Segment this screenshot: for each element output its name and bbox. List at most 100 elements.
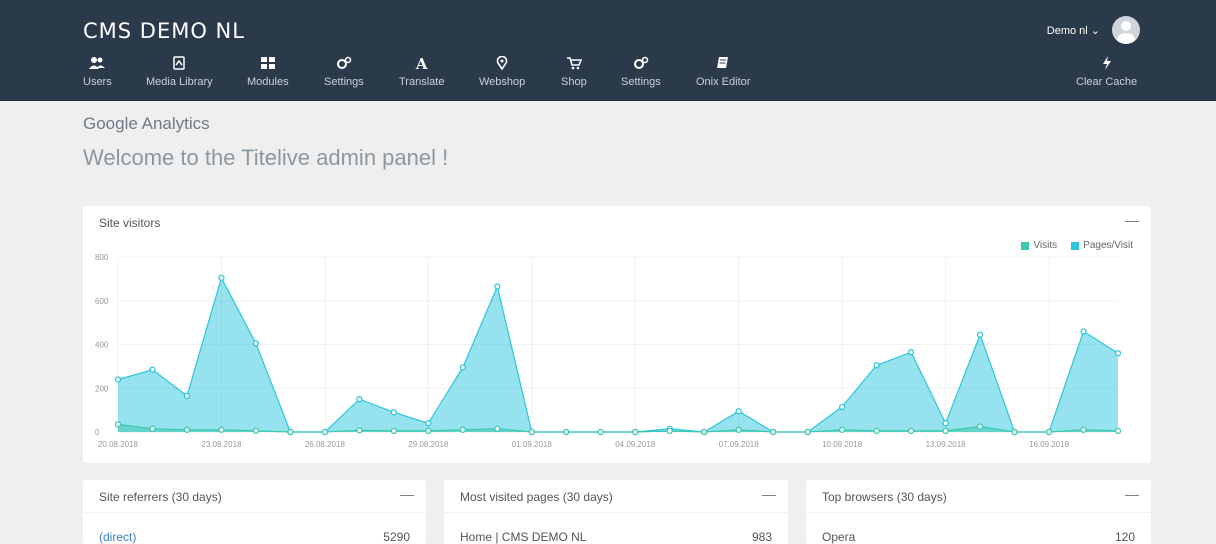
data-point [666, 427, 673, 435]
list-item: Opera 120 [822, 530, 1135, 544]
section-title: Google Analytics [83, 114, 210, 133]
data-point [149, 425, 156, 432]
top-browsers-panel: Top browsers (30 days) — Opera 120 [806, 480, 1151, 544]
map-marker-icon [479, 55, 525, 72]
x-tick-label: 23.08.2018 [201, 440, 242, 449]
cogs-icon [324, 56, 364, 72]
data-point [942, 420, 949, 427]
most-visited-pages-panel: Most visited pages (30 days) — Home | CM… [444, 480, 788, 544]
collapse-button[interactable]: — [762, 486, 776, 502]
clear-cache-button[interactable]: Clear Cache [1076, 56, 1137, 88]
y-tick-label: 400 [95, 341, 109, 350]
nav-modules[interactable]: Modules [247, 56, 289, 88]
nav-label: Shop [561, 76, 587, 88]
x-tick-label: 16.09.2018 [1029, 440, 1070, 449]
data-point [321, 428, 329, 436]
data-point [356, 396, 363, 403]
data-point [528, 428, 535, 436]
data-point [494, 283, 501, 290]
data-point [390, 409, 398, 416]
nav-webshop[interactable]: Webshop [479, 55, 526, 88]
data-point [1114, 350, 1122, 357]
collapse-button[interactable]: — [1125, 486, 1139, 502]
data-point [1080, 328, 1087, 335]
data-point [252, 427, 260, 435]
data-point [183, 392, 191, 400]
user-menu[interactable]: Demo nl ⌄ [1047, 16, 1140, 44]
data-point [804, 428, 811, 436]
data-point [976, 331, 984, 338]
cart-icon [561, 56, 587, 72]
x-tick-label: 01.09.2018 [512, 440, 553, 449]
nav-label: Settings [621, 76, 661, 88]
avatar-icon[interactable] [1112, 16, 1140, 44]
data-point [907, 427, 915, 435]
panel-title: Most visited pages (30 days) [460, 490, 613, 504]
user-name-dropdown[interactable]: Demo nl ⌄ [1047, 24, 1100, 37]
brand-title[interactable]: CMS DEMO NL [83, 19, 245, 43]
modules-icon [247, 56, 289, 72]
site-visitors-panel: Site visitors — Visits Pages/Visit 0 200 4… [83, 206, 1151, 463]
data-point [287, 428, 294, 436]
data-point [838, 426, 846, 433]
list-item: (direct) 5290 [99, 530, 410, 544]
page-title: Welcome to the Titelive admin panel ! [83, 145, 449, 170]
data-point [907, 349, 915, 356]
panel-title: Site referrers (30 days) [99, 490, 222, 504]
data-point [735, 408, 742, 415]
panel-divider [83, 512, 426, 513]
data-point [976, 423, 984, 430]
data-point [1080, 426, 1087, 433]
data-point [425, 420, 432, 427]
nav-users[interactable]: Users [83, 56, 112, 88]
data-point [942, 427, 949, 435]
y-tick-label: 0 [95, 428, 100, 437]
data-point [838, 403, 846, 410]
data-point [1114, 427, 1122, 435]
data-point [597, 428, 604, 436]
nav-translate[interactable]: A Translate [399, 56, 444, 88]
data-point [114, 376, 122, 383]
panel-divider [806, 512, 1151, 513]
translate-icon: A [415, 55, 428, 73]
users-icon [83, 56, 112, 72]
data-point [494, 425, 501, 432]
panel-divider [444, 512, 788, 513]
referrer-count: 5290 [383, 530, 410, 544]
nav-onix-editor[interactable]: Onix Editor [696, 56, 750, 88]
data-point [183, 426, 191, 433]
data-point [873, 362, 880, 369]
nav-settings-2[interactable]: Settings [621, 56, 661, 88]
media-icon [146, 56, 213, 72]
nav-label: Modules [247, 76, 289, 88]
site-referrers-panel: Site referrers (30 days) — (direct) 5290 [83, 480, 426, 544]
cogs-icon [621, 56, 661, 72]
data-point [252, 340, 260, 347]
data-point [632, 428, 639, 436]
book-icon [696, 56, 750, 72]
data-point [356, 427, 363, 434]
nav-settings[interactable]: Settings [324, 56, 364, 88]
nav-shop[interactable]: Shop [561, 56, 587, 88]
collapse-button[interactable]: — [400, 486, 414, 502]
data-point [149, 366, 156, 373]
data-point [770, 428, 777, 436]
nav-label: Media Library [146, 76, 213, 88]
top-navbar: CMS DEMO NL Demo nl ⌄ Users Media Librar… [0, 0, 1216, 101]
nav-label: Translate [399, 76, 445, 88]
data-point [1045, 428, 1053, 436]
nav-label: Settings [324, 76, 364, 88]
data-point [218, 426, 225, 433]
nav-label: Webshop [479, 76, 526, 88]
data-point [563, 428, 570, 436]
data-point [425, 427, 432, 435]
referrer-link[interactable]: (direct) [99, 530, 136, 544]
y-tick-label: 200 [95, 384, 109, 393]
list-item: Home | CMS DEMO NL 983 [460, 530, 772, 544]
bolt-icon [1076, 56, 1137, 72]
x-tick-label: 04.09.2018 [615, 440, 656, 449]
data-point [114, 421, 122, 428]
x-tick-label: 07.09.2018 [719, 440, 760, 449]
y-tick-label: 800 [95, 253, 109, 262]
nav-media-library[interactable]: Media Library [146, 56, 213, 88]
